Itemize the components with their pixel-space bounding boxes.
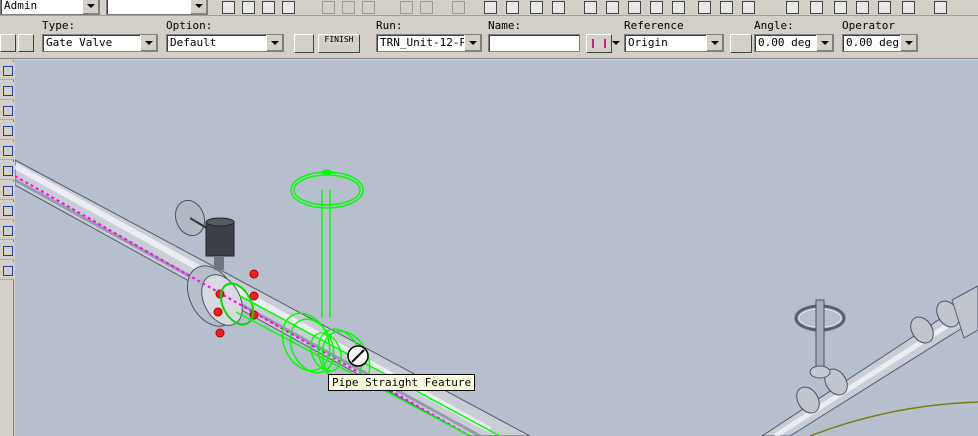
name-input[interactable] xyxy=(488,34,580,52)
finish-label: FINISH xyxy=(324,35,354,44)
operator-value: 0.00 deg xyxy=(846,36,899,49)
main-pipe[interactable] xyxy=(15,159,531,436)
view-icon[interactable] xyxy=(716,0,734,15)
name-label: Name: xyxy=(488,19,522,32)
right-pipe[interactable] xyxy=(761,285,978,436)
angle-value: 0.00 deg xyxy=(758,36,811,49)
zoom-extents-icon[interactable] xyxy=(852,0,870,15)
move-icon[interactable] xyxy=(396,0,414,15)
place-icon[interactable] xyxy=(294,34,314,53)
undo-icon[interactable] xyxy=(448,0,466,15)
save-icon[interactable] xyxy=(258,0,276,15)
component-icon[interactable] xyxy=(580,0,598,15)
angle-label: Angle: xyxy=(754,19,794,32)
branch-tool-icon[interactable] xyxy=(0,122,14,140)
cylinder-tool-icon[interactable] xyxy=(0,162,14,180)
measure-icon[interactable] xyxy=(548,0,566,15)
operator-label: Operator xyxy=(842,19,895,32)
chevron-down-icon[interactable] xyxy=(266,35,283,51)
user-combo[interactable]: Admin xyxy=(0,0,100,15)
help-icon[interactable] xyxy=(930,0,948,15)
box-icon[interactable] xyxy=(668,0,686,15)
support-tool-icon[interactable] xyxy=(0,202,14,220)
operator-select[interactable]: 0.00 deg xyxy=(842,34,918,52)
refresh-icon[interactable] xyxy=(278,0,296,15)
angle-tool-icon[interactable] xyxy=(730,34,752,53)
model-view[interactable] xyxy=(15,60,978,436)
user-value: Admin xyxy=(4,0,38,12)
delete-icon[interactable] xyxy=(358,0,376,15)
copy-component-icon[interactable] xyxy=(602,0,620,15)
draw-icon[interactable] xyxy=(526,0,544,15)
chevron-down-icon[interactable] xyxy=(82,0,99,14)
layers-icon[interactable] xyxy=(694,0,712,15)
group-icon[interactable] xyxy=(624,0,642,15)
pencil-tool-icon[interactable] xyxy=(0,82,14,100)
right-handwheel-valve[interactable] xyxy=(794,299,846,379)
blank-combo[interactable] xyxy=(106,0,208,15)
select-tool-icon[interactable] xyxy=(18,34,34,52)
run-label: Run: xyxy=(376,19,403,32)
cut-icon[interactable] xyxy=(318,0,336,15)
chevron-down-icon[interactable] xyxy=(464,35,481,51)
print-icon[interactable] xyxy=(738,0,756,15)
orbit-icon[interactable] xyxy=(874,0,892,15)
graphics-viewport[interactable]: Pipe Straight Feature xyxy=(15,60,978,436)
copy-icon[interactable] xyxy=(338,0,356,15)
chevron-down-icon[interactable] xyxy=(816,35,833,51)
dimension-tool-icon[interactable] xyxy=(0,242,14,260)
new-file-icon[interactable] xyxy=(218,0,236,15)
chevron-down-icon[interactable] xyxy=(900,35,917,51)
elbow-tool-icon[interactable] xyxy=(0,142,14,160)
chevron-down-icon[interactable] xyxy=(190,0,207,14)
lock-icon[interactable] xyxy=(646,0,664,15)
cursor-icon xyxy=(347,345,369,367)
chevron-down-icon[interactable] xyxy=(706,35,723,51)
type-value: Gate Valve xyxy=(46,36,113,49)
option-select[interactable]: Default xyxy=(166,34,284,52)
reference-select[interactable]: Origin xyxy=(624,34,724,52)
option-label: Option: xyxy=(166,19,213,32)
route-tool-icon[interactable] xyxy=(0,102,14,120)
type-select[interactable]: Gate Valve xyxy=(42,34,158,52)
connect-icon[interactable] xyxy=(586,34,612,53)
pointer-icon[interactable] xyxy=(502,0,520,15)
pan-icon[interactable] xyxy=(806,0,824,15)
finish-button[interactable]: FINISH xyxy=(318,34,360,53)
type-label: Type: xyxy=(42,19,76,32)
shade-icon[interactable] xyxy=(898,0,916,15)
option-value: Default xyxy=(170,36,217,49)
chevron-down-icon[interactable] xyxy=(612,41,620,45)
pointer-tool-icon[interactable] xyxy=(0,62,14,80)
top-toolbar: Admin xyxy=(0,0,978,16)
feature-tooltip: Pipe Straight Feature xyxy=(328,374,476,391)
left-toolbar xyxy=(0,60,14,436)
equipment-tool-icon[interactable] xyxy=(0,182,14,200)
chevron-down-icon[interactable] xyxy=(140,35,157,51)
frame-tool-icon[interactable] xyxy=(0,222,14,240)
rotate-icon[interactable] xyxy=(416,0,434,15)
reference-label: Reference xyxy=(624,19,684,32)
open-folder-icon[interactable] xyxy=(238,0,256,15)
zoom-window-icon[interactable] xyxy=(830,0,848,15)
paint-tool-icon[interactable] xyxy=(0,262,14,280)
connect-glyph xyxy=(592,39,606,48)
properties-toolbar: Type: Gate Valve Option: Default FINISH … xyxy=(0,17,978,59)
select-icon[interactable] xyxy=(480,0,498,15)
run-select[interactable]: TRN_Unit-12-P- xyxy=(376,34,482,52)
angle-select[interactable]: 0.00 deg xyxy=(754,34,834,52)
zoom-icon[interactable] xyxy=(782,0,800,15)
run-value: TRN_Unit-12-P- xyxy=(380,36,473,49)
reference-value: Origin xyxy=(628,36,668,49)
tool-icon[interactable] xyxy=(0,34,16,52)
